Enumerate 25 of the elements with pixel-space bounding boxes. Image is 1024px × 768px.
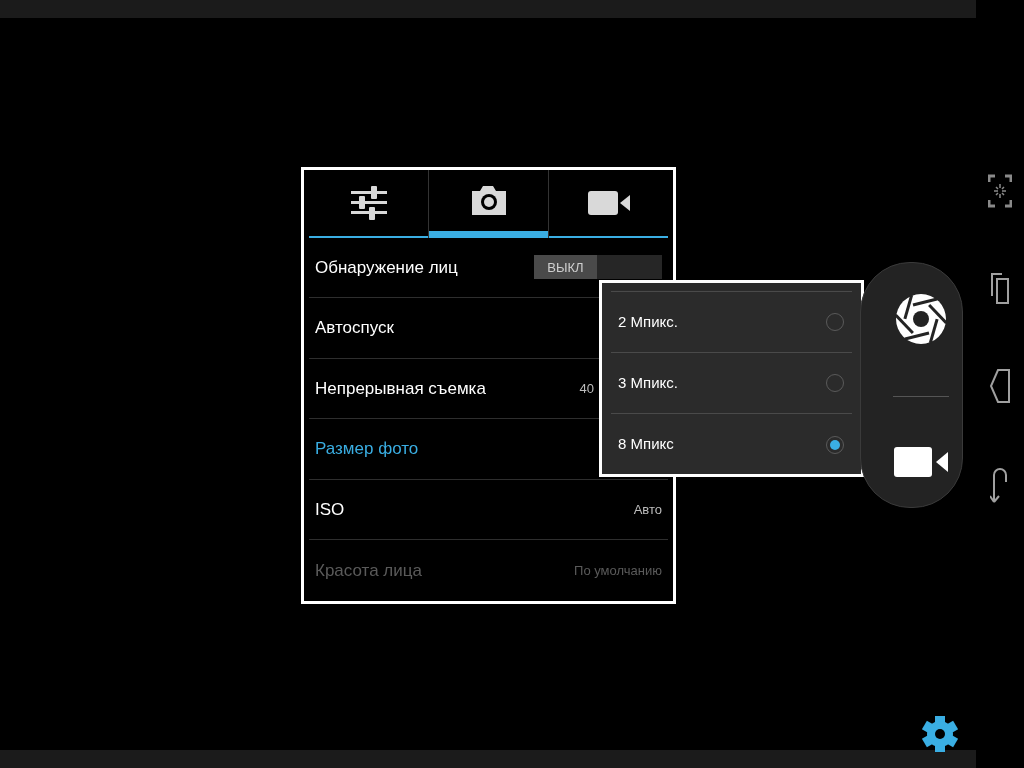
sliders-icon xyxy=(350,185,387,220)
setting-value: По умолчанию xyxy=(574,561,662,580)
setting-label: Непрерывная съемка xyxy=(315,377,486,400)
home-icon[interactable] xyxy=(989,368,1011,404)
settings-tab[interactable] xyxy=(428,170,548,238)
shutter-icon[interactable] xyxy=(894,293,947,345)
setting-label: Красота лица xyxy=(315,559,422,582)
toggle-switch[interactable]: ВЫКЛ xyxy=(534,255,662,280)
setting-label: ISO xyxy=(315,498,345,521)
setting-label: Автоспуск xyxy=(315,317,394,340)
camera-icon xyxy=(469,185,508,216)
settings-icon[interactable] xyxy=(921,715,959,753)
recent-apps-icon[interactable] xyxy=(990,272,1010,304)
settings-row[interactable]: ISO Авто xyxy=(309,479,668,541)
focus-frame-icon[interactable] xyxy=(988,174,1012,208)
video-camera-icon xyxy=(587,190,630,215)
back-arrow-icon[interactable] xyxy=(990,468,1010,504)
video-camera-icon[interactable] xyxy=(893,447,948,477)
setting-value: Авто xyxy=(633,500,662,519)
setting-label: Размер фото xyxy=(315,438,419,461)
size-option[interactable]: 2 Мпикс. xyxy=(611,292,852,353)
setting-value: 40 xyxy=(579,379,594,398)
settings-tab[interactable] xyxy=(548,170,668,238)
setting-label: Обнаружение лиц xyxy=(315,256,458,279)
size-option[interactable]: 3 Мпикс. xyxy=(611,353,852,414)
